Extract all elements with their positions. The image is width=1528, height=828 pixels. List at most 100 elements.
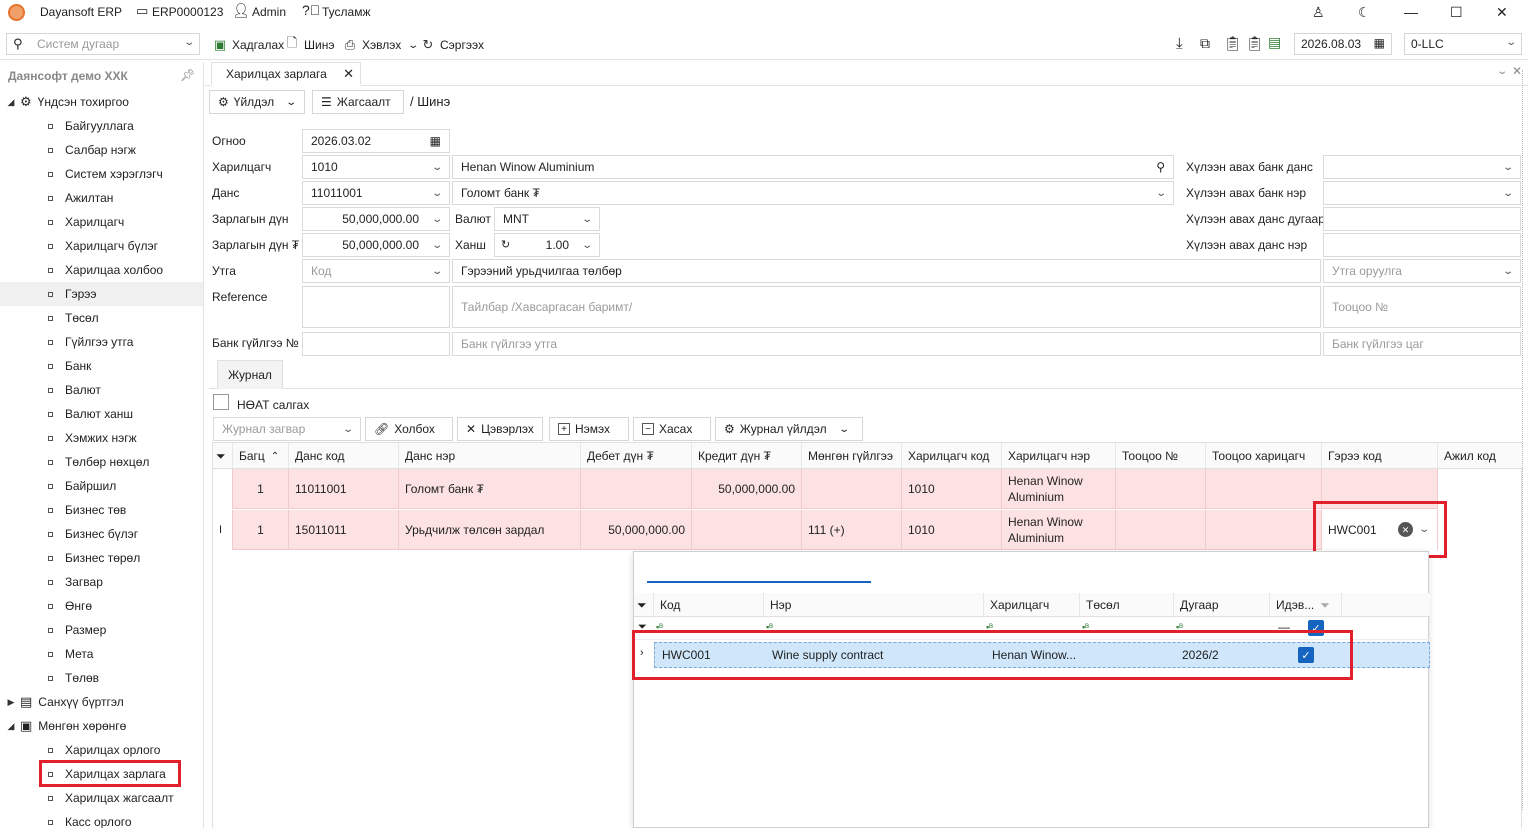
account-name-field[interactable]: Голомт банк ₮ ⌄ [452,181,1174,205]
sidebar-item[interactable]: Харилцаа холбоо [0,258,203,282]
cell-account-name[interactable]: Голомт банк ₮ [399,469,581,509]
cell-calc-no[interactable] [1116,469,1206,509]
collapse-icon[interactable]: ⌄ [1496,66,1508,77]
purpose-text-field[interactable]: Гэрээний урьдчилгаа төлбөр [452,259,1321,283]
tab-expense[interactable]: Харилцах зарлага ✕ [211,62,361,86]
scrollbar-ticks[interactable] [1522,70,1524,810]
sidebar-item[interactable]: Бизнес төв [0,498,203,522]
recv-account-no-field[interactable] [1323,207,1521,231]
copy-icon[interactable]: ⧉ [1200,35,1210,52]
system-number-search[interactable]: ⚲ Систем дугаар ⌄ [6,33,200,55]
download-icon[interactable]: ⤓ [1176,35,1183,52]
col-job-code[interactable]: Ажил код [1438,443,1523,469]
sidebar-group-finance[interactable]: ▶ ▤ Санхүү бүртгэл [0,690,203,714]
doc-code[interactable]: ERP0000123 [152,5,223,19]
rate-field[interactable]: ↻ 1.00 ⌄ [494,233,600,257]
col-calc-partner[interactable]: Тооцоо харицагч [1206,443,1322,469]
cell-calc-partner[interactable] [1206,469,1322,509]
account-code-field[interactable]: 11011001 ⌄ [302,181,450,205]
collapsed-triangle-icon[interactable]: ▶ [4,697,18,708]
popup-col-code[interactable]: Код [654,593,764,617]
partner-name-field[interactable]: Henan Winow Aluminium ⚲ [452,155,1174,179]
sidebar-item[interactable]: Харилцагч бүлэг [0,234,203,258]
col-contract-code[interactable]: Гэрээ код [1322,443,1438,469]
note-field[interactable]: Тайлбар /Хавсаргасан баримт/ [452,286,1321,328]
maximize-icon[interactable]: ☐ [1450,4,1463,21]
date-picker[interactable]: 2026.08.03 ▦ [1294,33,1392,55]
company-select[interactable]: 0-LLC ⌄ [1404,33,1522,55]
save-button[interactable]: ▣ Хадгалах [212,34,284,56]
sidebar-item[interactable]: Төлбөр нөхцөл [0,450,203,474]
col-account-name[interactable]: Данс нэр [399,443,581,469]
print-button[interactable]: ⎙ Хэвлэх ⌄ [342,34,419,56]
cell-credit[interactable] [692,510,802,550]
filter-icon[interactable]: ⏷ [213,443,233,469]
cell-partner-name[interactable]: Henan Winow Aluminium [1002,469,1116,509]
bank-txn-field[interactable] [302,332,450,356]
help-link[interactable]: Тусламж [322,5,370,19]
cell-account-code[interactable]: 15011011 [289,510,399,550]
purpose-code-field[interactable]: Код ⌄ [302,259,450,283]
partner-code-field[interactable]: 1010 ⌄ [302,155,450,179]
cell-batch[interactable]: 1 [233,510,289,550]
sidebar-item[interactable]: Валют ханш [0,402,203,426]
journal-action-button[interactable]: ⚙ Журнал үйлдэл ⌄ [715,417,863,441]
amount-field[interactable]: 50,000,000.00 ⌄ [302,207,450,231]
clipboard-icon[interactable]: 📋︎ [1246,35,1264,52]
cell-debit[interactable] [581,469,692,509]
expand-triangle-icon[interactable]: ◢ [4,721,18,732]
close-tab-icon[interactable]: ✕ [343,66,354,82]
col-debit[interactable]: Дебет дүн ₮ [581,443,692,469]
clear-button[interactable]: ✕ Цэвэрлэх [457,417,543,441]
popup-col-number[interactable]: Дугаар [1174,593,1270,617]
cell-calc-partner[interactable] [1206,510,1322,550]
sidebar-item[interactable]: Валют [0,378,203,402]
recv-bank-account-field[interactable]: ⌄ [1323,155,1521,179]
remove-row-button[interactable]: − Хасах [633,417,711,441]
expand-triangle-icon[interactable]: ◢ [4,97,18,108]
sidebar-item[interactable]: Гэрээ [0,282,203,306]
cell-batch[interactable]: 1 [233,469,289,509]
col-partner-name[interactable]: Харилцагч нэр [1002,443,1116,469]
sidebar-item[interactable]: Байршил [0,474,203,498]
sidebar-item[interactable]: Өнгө [0,594,203,618]
minimize-icon[interactable]: — [1404,4,1418,20]
cell-account-code[interactable]: 11011001 [289,469,399,509]
sidebar-item[interactable]: Төсөл [0,306,203,330]
journal-template-select[interactable]: Журнал загвар ⌄ [213,417,361,441]
link-button[interactable]: 🔗︎ Холбох [365,417,453,441]
sidebar-item[interactable]: Харилцах орлого [0,738,203,762]
dark-mode-icon[interactable]: ☾ [1358,4,1371,21]
sidebar-item[interactable]: Байгууллага [0,114,203,138]
sidebar-item[interactable]: Хэмжих нэгж [0,426,203,450]
sidebar-item[interactable]: Бизнес төрөл [0,546,203,570]
sidebar-item[interactable]: Загвар [0,570,203,594]
close-icon[interactable]: ✕ [1496,4,1508,21]
refresh-button[interactable]: ↻ Сэргээх [420,34,484,56]
popup-col-active[interactable]: Идэв... ⏷ [1270,593,1342,617]
refresh-icon[interactable]: ↻ [501,238,510,251]
money-icon[interactable]: ▤ [1268,34,1281,51]
cell-calc-no[interactable] [1116,510,1206,550]
user-settings-icon[interactable]: ♙ [1312,4,1325,21]
sidebar-item[interactable]: Мета [0,642,203,666]
cell-debit[interactable]: 50,000,000.00 [581,510,692,550]
col-cash-flow[interactable]: Мөнгөн гүйлгээ [802,443,902,469]
col-calc-no[interactable]: Тооцоо № [1116,443,1206,469]
list-button[interactable]: ☰ Жагсаалт [312,90,404,114]
cell-partner-code[interactable]: 1010 [902,510,1002,550]
popup-col-name[interactable]: Нэр [764,593,984,617]
operation-button[interactable]: ⚙ Үйлдэл ⌄ [209,90,305,114]
popup-search-input[interactable] [647,561,871,583]
date-field[interactable]: 2026.03.02 ▦ [302,129,450,153]
filter-icon[interactable]: ⏷ [634,593,654,617]
sidebar-item[interactable]: Систем хэрэглэгч [0,162,203,186]
bank-txn-time-field[interactable]: Банк гүйлгээ цаг [1323,332,1521,356]
table-row[interactable]: I 1 15011011 Урьдчилж төлсөн зардал 50,0… [213,510,1438,550]
add-row-button[interactable]: + Нэмэх [549,417,629,441]
cell-cash-flow[interactable]: 111 (+) [802,510,902,550]
bank-txn-purpose-field[interactable]: Банк гүйлгээ утга [452,332,1321,356]
search-icon[interactable]: ⚲ [1156,160,1165,174]
cell-credit[interactable]: 50,000,000.00 [692,469,802,509]
col-partner-code[interactable]: Харилцагч код [902,443,1002,469]
